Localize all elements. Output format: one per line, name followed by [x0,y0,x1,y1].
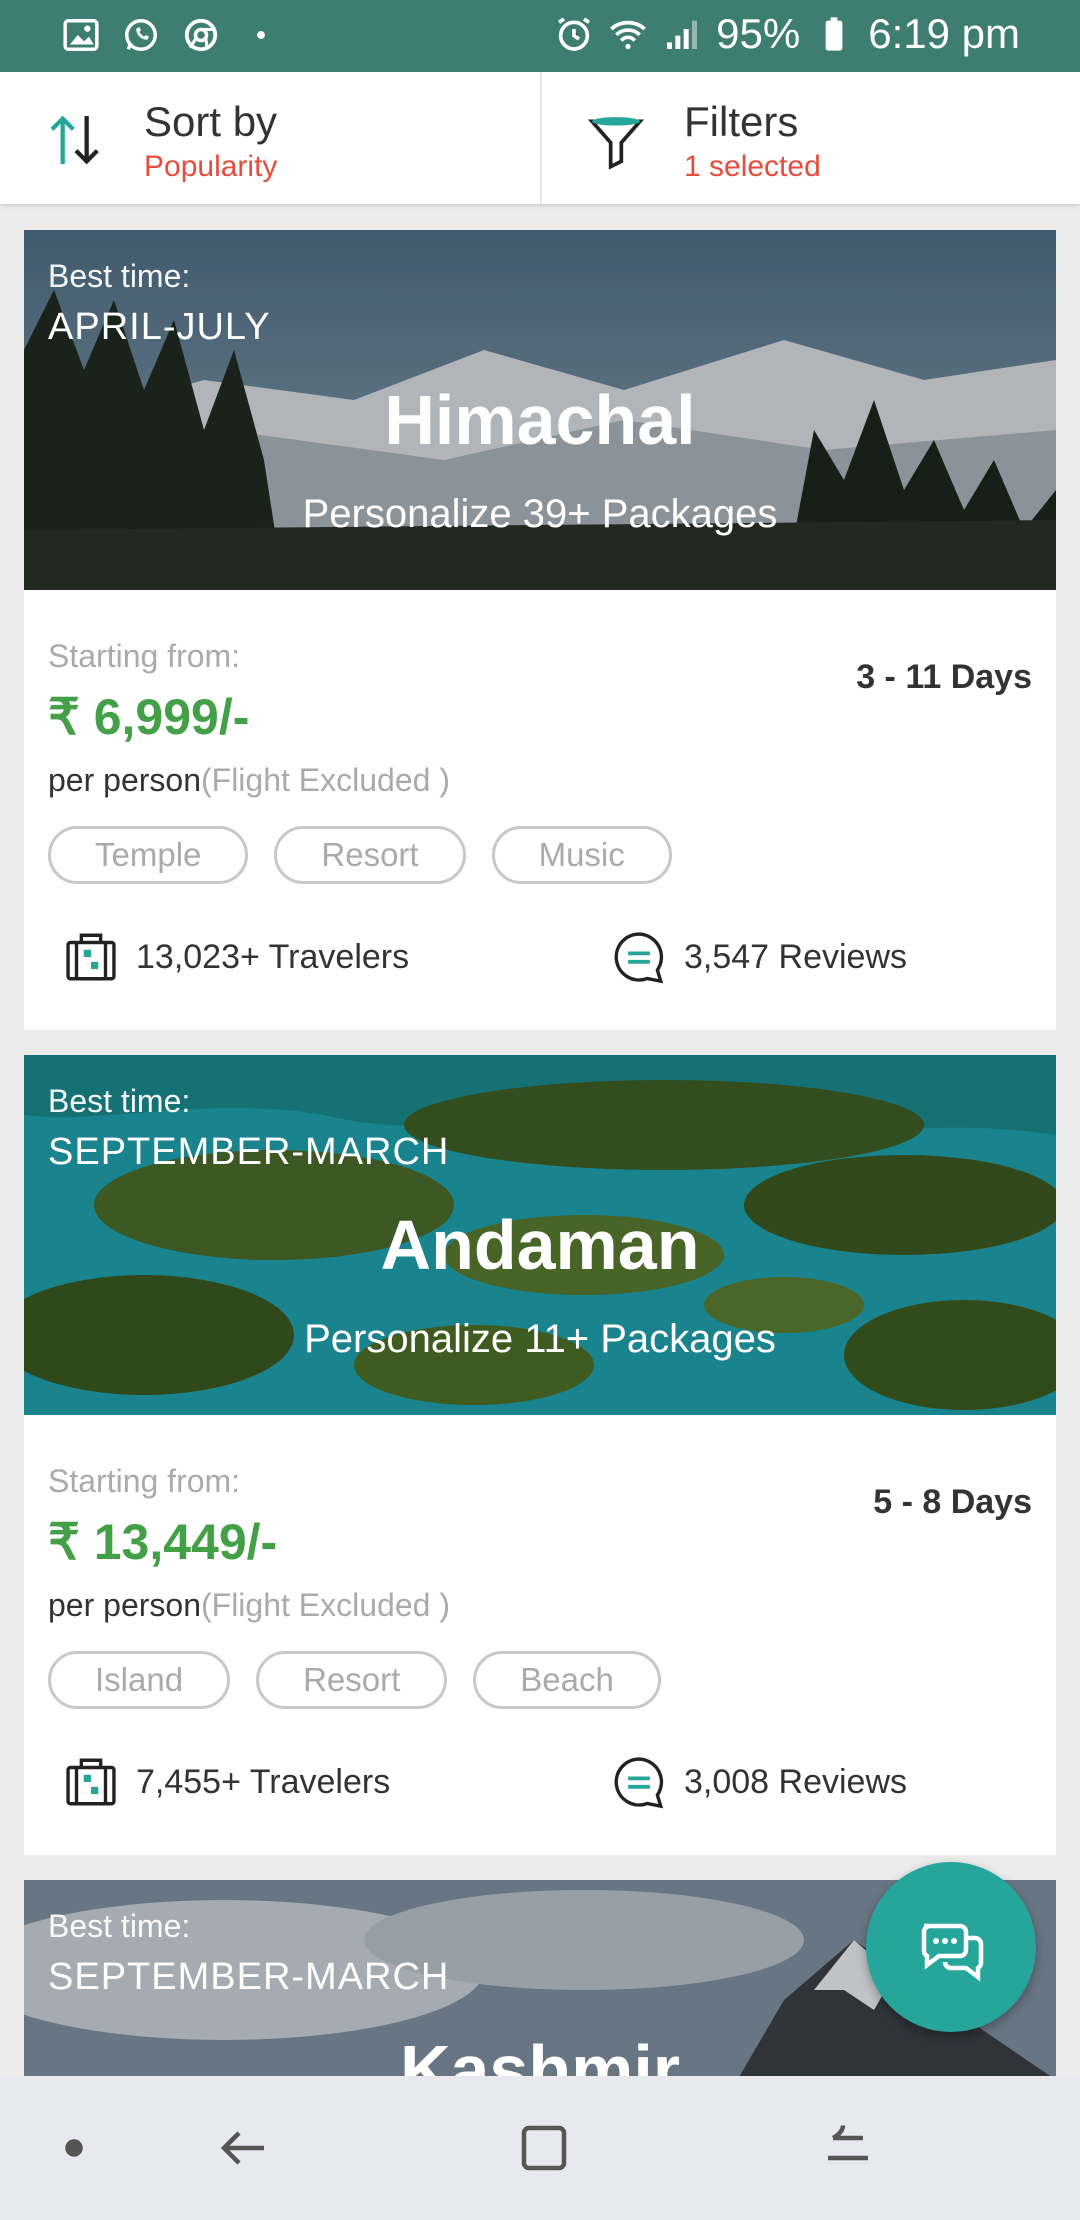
suitcase-icon [66,1758,116,1806]
destination-hero[interactable]: Best time: SEPTEMBER-MARCH Andaman Perso… [24,1055,1056,1415]
dot-nav-icon[interactable] [44,2118,104,2178]
gallery-icon [63,19,99,51]
tag-list: Island Resort Beach [48,1651,661,1709]
filter-button[interactable]: Filters 1 selected [540,72,1080,204]
best-time-label: Best time: [48,258,191,294]
back-icon[interactable] [214,2118,274,2178]
price: ₹ 6,999/- [48,689,250,745]
tag-list: Temple Resort Music [48,826,672,884]
tag-chip[interactable]: Temple [48,826,249,884]
sort-title: Sort by [144,98,278,145]
chrome-icon [184,18,218,52]
packages-count: Personalize 39+ Packages [302,492,778,536]
clock: 6:19 pm [868,10,1020,57]
best-time-label: Best time: [48,1908,191,1944]
starting-from-label: Starting from: [48,638,241,674]
battery-percent: 95% [716,10,801,57]
home-icon[interactable] [514,2118,574,2178]
alarm-icon [558,17,591,51]
chat-icon [921,1923,984,1982]
travelers-count: 7,455+ Travelers [136,1762,391,1801]
destination-hero[interactable]: Best time: APRIL-JULY Himachal Personali… [24,230,1056,590]
destination-name: Andaman [380,1206,700,1284]
travelers-stat: 7,455+ Travelers [62,1753,390,1811]
chat-fab-button[interactable] [866,1862,1036,2032]
per-person-text: per person(Flight Excluded ) [48,1587,450,1624]
best-time-value: APRIL-JULY [48,306,271,348]
destination-card[interactable]: Best time: APRIL-JULY Himachal Personali… [24,230,1056,1030]
suitcase-icon [66,933,116,981]
sort-arrows-icon [50,115,99,165]
sort-value: Popularity [144,150,278,183]
best-time-value: SEPTEMBER-MARCH [48,1131,450,1173]
funnel-icon [587,117,645,170]
system-nav-bar [0,2076,1080,2220]
tag-chip[interactable]: Resort [256,1651,448,1709]
reviews-count: 3,008 Reviews [684,1762,908,1801]
reviews-stat[interactable]: 3,547 Reviews [610,928,907,986]
tag-chip[interactable]: Resort [274,826,466,884]
recents-icon[interactable] [818,2118,878,2178]
destination-info: Starting from: 3 - 11 Days ₹ 6,999/- per… [24,590,1056,1030]
best-time-value: SEPTEMBER-MARCH [48,1956,450,1998]
duration: 5 - 8 Days [873,1483,1032,1521]
sort-filter-bar: Sort by Popularity Filters 1 selected [0,72,1080,204]
per-person-label: per person [48,762,201,798]
per-person-text: per person(Flight Excluded ) [48,762,450,799]
wifi-icon [610,20,647,50]
travelers-count: 13,023+ Travelers [136,937,410,976]
status-bar: 95% 6:19 pm [0,0,1080,72]
per-person-label: per person [48,1587,201,1623]
best-time-label: Best time: [48,1083,191,1119]
flight-excluded-note: (Flight Excluded ) [200,762,450,798]
dot-icon [257,31,265,39]
starting-from-label: Starting from: [48,1463,241,1499]
whatsapp-icon [125,19,157,51]
flight-excluded-note: (Flight Excluded ) [200,1587,450,1623]
signal-icon [667,20,698,49]
chat-bubble-icon [614,932,664,984]
destination-card[interactable]: Best time: SEPTEMBER-MARCH Andaman Perso… [24,1055,1056,1855]
chat-bubble-icon [614,1757,664,1809]
destination-name: Himachal [384,381,696,459]
travelers-stat: 13,023+ Travelers [62,928,409,986]
filter-value: 1 selected [684,150,821,183]
tag-chip[interactable]: Beach [473,1651,661,1709]
tag-chip[interactable]: Music [491,826,672,884]
destination-info: Starting from: 5 - 8 Days ₹ 13,449/- per… [24,1415,1056,1855]
reviews-count: 3,547 Reviews [684,937,908,976]
sort-button[interactable]: Sort by Popularity [0,72,540,204]
price: ₹ 13,449/- [48,1514,278,1570]
duration: 3 - 11 Days [856,658,1032,696]
reviews-stat[interactable]: 3,008 Reviews [610,1753,907,1811]
tag-chip[interactable]: Island [48,1651,231,1709]
battery-icon [825,17,843,51]
filter-title: Filters [684,98,799,145]
packages-count: Personalize 11+ Packages [304,1317,776,1361]
